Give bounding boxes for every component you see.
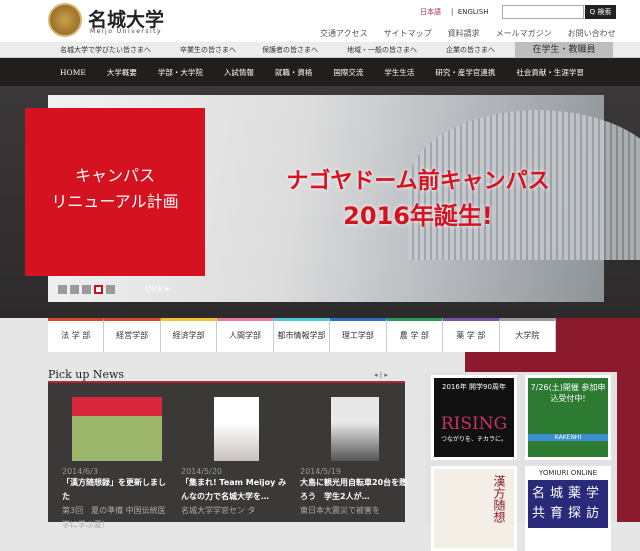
news-title: 「集まれ! Team Meijoy みんなの力で名城大学を… — [181, 478, 287, 501]
banner-title: 7/26(土)開催 参加申込受付中! — [530, 383, 606, 403]
news-desc: 第3回 夏の準備 中国伝統医学に学ぶ夏! — [62, 506, 166, 529]
language-switch: 日本語 | ENGLISH — [420, 8, 489, 16]
pickup-news-title: Pick up News — [48, 368, 125, 381]
news-panel: 2014/6/3 「漢方随想録」を更新しました 第3回 夏の準備 中国伝統医学に学ぶ… — [48, 381, 407, 529]
news-pager[interactable]: ◂ | ▸ — [374, 371, 388, 379]
news-card[interactable]: 2014/5/20 「集まれ! Team Meijoy みんなの力で名城大学を… 名… — [181, 397, 291, 518]
slide-dot[interactable] — [58, 285, 67, 294]
faculty-tab[interactable]: 経営学部 — [104, 318, 161, 352]
news-title: 大島に観光用自転車20台を贈ろう 学生2人が… — [300, 478, 408, 501]
slider-dots — [58, 285, 115, 294]
yomiuri-banner[interactable]: YOMIURI ONLINE 名城薬学共育探訪 — [525, 466, 611, 551]
sitemap-link[interactable]: サイトマップ — [384, 28, 432, 39]
nav-international[interactable]: 国際交流 — [333, 67, 363, 78]
banner-sub: KAKENHI — [528, 434, 608, 441]
nav-community[interactable]: 社会貢献・生涯学習 — [516, 67, 584, 78]
nav-student-life[interactable]: 学生生活 — [384, 67, 414, 78]
contact-link[interactable]: お問い合わせ — [568, 28, 616, 39]
faculty-tab[interactable]: 人間学部 — [217, 318, 274, 352]
newsletter-link[interactable]: メールマガジン — [496, 28, 552, 39]
search-input[interactable] — [502, 5, 584, 19]
news-title: 「漢方随想録」を更新しました — [62, 478, 166, 501]
lang-japanese[interactable]: 日本語 — [420, 8, 441, 16]
science-event-banner[interactable]: 7/26(土)開催 参加申込受付中! KAKENHI — [525, 375, 611, 460]
audience-community[interactable]: 地域・一般の皆さまへ — [347, 45, 417, 55]
university-seal-logo[interactable] — [48, 3, 82, 37]
students-staff-tab[interactable]: 在学生・教職員 — [515, 42, 613, 58]
banner-sub: つながりを、チカラに。 — [440, 436, 507, 443]
banner-area: 2016年 開学90周年 RISING つながりを、チカラに。 7/26(土)開催 … — [425, 372, 617, 551]
headline-line1: ナゴヤドーム前キャンパス — [286, 169, 550, 194]
header: 名城大学 Meijo University 日本語 | ENGLISH Q 検索 … — [0, 0, 640, 42]
lang-english[interactable]: ENGLISH — [458, 8, 489, 16]
hero-slider[interactable]: キャンパス リニューアル計画 click ▸ ナゴヤドーム前キャンパス 2016年… — [25, 95, 640, 302]
rising-banner[interactable]: 2016年 開学90周年 RISING つながりを、チカラに。 — [431, 375, 517, 460]
brochure-link[interactable]: 資料請求 — [448, 28, 480, 39]
news-date: 2014/5/20 — [181, 467, 223, 476]
slide-dot-active[interactable] — [94, 285, 103, 294]
click-link[interactable]: click ▸ — [145, 276, 169, 302]
faculty-tabs: 法 学 部経営学部 経済学部 人間学部 都市情報学部 理工学部農 学 部薬 学 部大学院 — [48, 318, 556, 352]
access-link[interactable]: 交通アクセス — [320, 28, 368, 39]
banner-title: YOMIURI ONLINE — [538, 469, 598, 477]
utility-links: 交通アクセス サイトマップ 資料請求 メールマガジン お問い合わせ — [320, 28, 616, 39]
banner-title: 漢方随想 — [492, 475, 506, 523]
slide-dot[interactable] — [82, 285, 91, 294]
banner-title: 2016年 開学90周年 — [442, 383, 506, 391]
faculty-tab[interactable]: 大学院 — [499, 318, 556, 352]
headline-line2: 2016年誕生! — [343, 202, 493, 230]
news-desc: 東日本大震災で被害を — [300, 506, 380, 515]
faculty-tab[interactable]: 都市情報学部 — [273, 318, 331, 352]
audience-companies[interactable]: 企業の皆さまへ — [446, 45, 495, 55]
audience-prospective[interactable]: 名城大学で学びたい皆さまへ — [60, 45, 151, 55]
nav-faculties[interactable]: 学部・大学院 — [158, 67, 203, 78]
nav-research[interactable]: 研究・産学官連携 — [435, 67, 495, 78]
faculty-tab[interactable]: 農 学 部 — [386, 318, 444, 352]
hero-headline: ナゴヤドーム前キャンパス 2016年誕生! — [248, 165, 588, 233]
main-nav: HOME 大学概要 学部・大学院 入試情報 就職・資格 国際交流 学生生活 研究… — [0, 58, 640, 86]
faculty-tab[interactable]: 理工学部 — [330, 318, 387, 352]
slide-dot[interactable] — [70, 285, 79, 294]
accent-block — [556, 318, 640, 352]
news-card[interactable]: 2014/6/3 「漢方随想録」を更新しました 第3回 夏の準備 中国伝統医学に学ぶ… — [62, 397, 172, 532]
news-desc: 名城大学学窓セン タ — [181, 506, 256, 515]
news-thumbnail — [72, 397, 162, 461]
nav-about[interactable]: 大学概要 — [107, 67, 137, 78]
faculty-tab[interactable]: 法 学 部 — [48, 318, 105, 352]
audience-parents[interactable]: 保護者の皆さまへ — [262, 45, 318, 55]
campus-renewal-text: キャンパス リニューアル計画 — [51, 166, 179, 211]
logo-subtitle: Meijo University — [90, 28, 163, 35]
news-date: 2014/6/3 — [62, 467, 98, 476]
news-thumbnail — [331, 397, 379, 461]
campus-renewal-box[interactable]: キャンパス リニューアル計画 click ▸ — [25, 108, 205, 293]
banner-chars: 名城薬学共育探訪 — [528, 480, 608, 528]
nav-admissions[interactable]: 入試情報 — [224, 67, 254, 78]
nav-careers[interactable]: 就職・資格 — [275, 67, 313, 78]
search-button[interactable]: Q 検索 — [585, 5, 616, 19]
kampo-banner[interactable]: 漢方随想 — [431, 466, 517, 551]
banner-big-text: RISING — [440, 414, 508, 434]
audience-alumni[interactable]: 卒業生の皆さまへ — [180, 45, 236, 55]
slide-dot[interactable] — [106, 285, 115, 294]
news-date: 2014/5/19 — [300, 467, 342, 476]
news-thumbnail — [213, 397, 259, 461]
news-card[interactable]: 2014/5/19 大島に観光用自転車20台を贈ろう 学生2人が… 東日本大震災で被… — [300, 397, 410, 518]
nav-home[interactable]: HOME — [60, 68, 86, 77]
faculty-tab[interactable]: 経済学部 — [160, 318, 218, 352]
faculty-tab[interactable]: 薬 学 部 — [443, 318, 500, 352]
